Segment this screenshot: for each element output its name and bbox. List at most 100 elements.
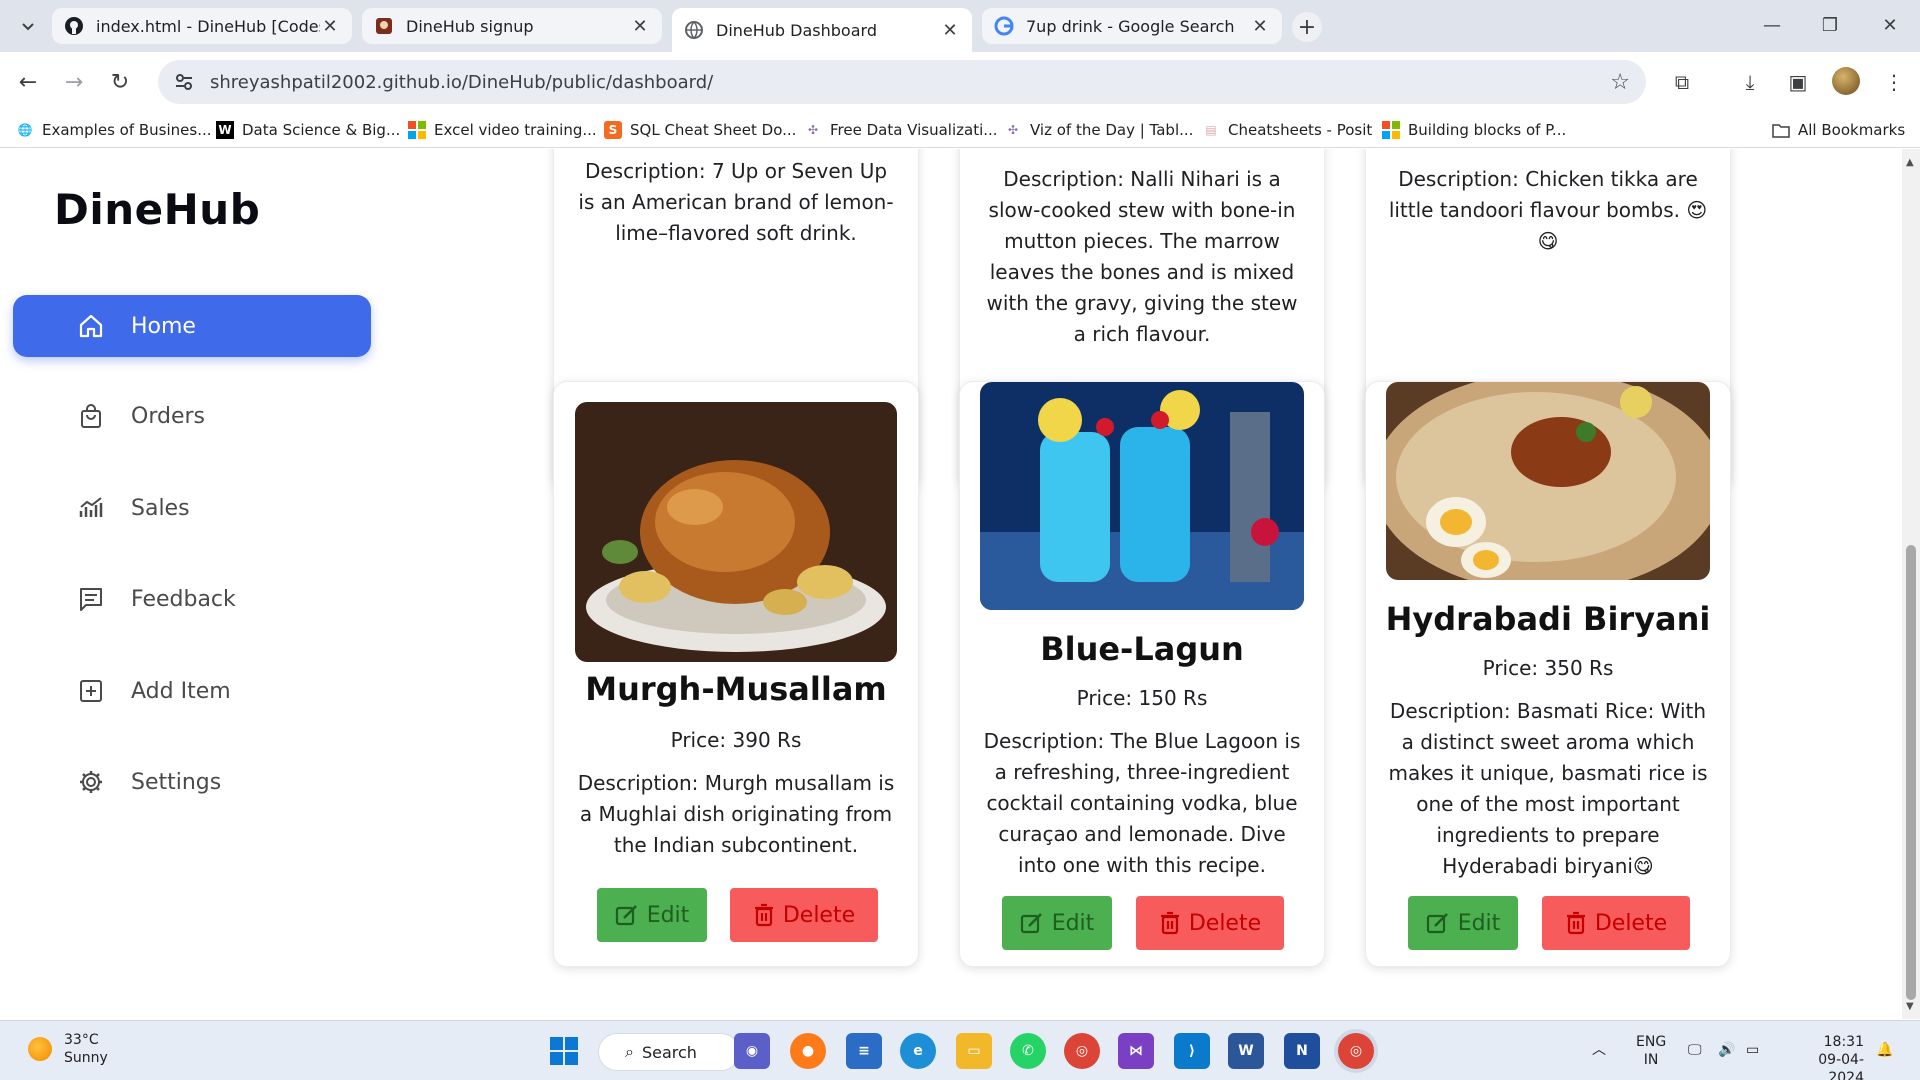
sidebar-item-label: Add Item xyxy=(131,678,231,704)
restore-button[interactable]: ❐ xyxy=(1810,10,1850,40)
scrollbar-thumb[interactable] xyxy=(1906,545,1916,1000)
sidebar-item-add-item[interactable]: Add Item xyxy=(13,660,371,722)
tab-codespace[interactable]: index.html - DineHub [Codespa ✕ xyxy=(52,8,352,44)
side-panel-button[interactable]: ▣ xyxy=(1782,66,1814,98)
app-icon[interactable]: N xyxy=(1284,1033,1320,1069)
all-bookmarks[interactable]: All Bookmarks xyxy=(1772,118,1905,142)
new-tab-button[interactable]: + xyxy=(1292,12,1322,42)
close-icon[interactable]: ✕ xyxy=(1250,16,1270,37)
sidebar-item-label: Feedback xyxy=(131,586,236,612)
bookmark-item[interactable]: ✣ Viz of the Day | Tabl... xyxy=(1004,118,1193,142)
whatsapp-icon[interactable]: ✆ xyxy=(1010,1033,1046,1069)
trash-icon xyxy=(1565,911,1587,935)
tab-title: DineHub Dashboard xyxy=(716,20,877,40)
bookmark-item[interactable]: ▤ Cheatsheets - Posit xyxy=(1202,118,1372,142)
close-icon[interactable]: ✕ xyxy=(630,16,650,37)
card-description: Description: Murgh musallam is a Mughlai… xyxy=(577,771,895,857)
forward-button[interactable]: → xyxy=(58,66,90,98)
tab-title: DineHub signup xyxy=(406,16,534,36)
item-name: Blue-Lagun xyxy=(1040,630,1244,668)
close-icon[interactable]: ✕ xyxy=(320,16,340,37)
downloads-button[interactable]: ⤓ xyxy=(1734,66,1766,98)
sidebar-item-label: Settings xyxy=(131,769,222,795)
folder-icon xyxy=(1772,121,1790,139)
edit-icon xyxy=(1426,911,1450,935)
delete-button[interactable]: Delete xyxy=(730,888,878,942)
profile-avatar[interactable] xyxy=(1832,67,1860,95)
sidebar-item-settings[interactable]: Settings xyxy=(13,751,371,813)
edit-button[interactable]: Edit xyxy=(1408,896,1518,950)
reload-button[interactable]: ↻ xyxy=(104,66,136,98)
site-settings-icon[interactable] xyxy=(172,70,196,94)
bookmarks-bar: 🌐 Examples of Busines... W Data Science & … xyxy=(0,112,1920,148)
bookmark-star-icon[interactable]: ☆ xyxy=(1610,70,1630,95)
page-scrollbar[interactable]: ▲ ▼ xyxy=(1902,149,1920,1019)
scroll-down-icon[interactable]: ▼ xyxy=(1906,1001,1914,1012)
address-bar[interactable]: shreyashpatil2002.github.io/DineHub/publ… xyxy=(158,60,1646,104)
battery-icon[interactable]: ▭ xyxy=(1746,1041,1759,1059)
bookmark-item[interactable]: ✣ Free Data Visualizati... xyxy=(804,118,998,142)
tab-search-button[interactable] xyxy=(14,12,42,40)
home-icon xyxy=(77,312,105,340)
file-explorer-icon[interactable]: ▭ xyxy=(956,1033,992,1069)
posit-icon: ▤ xyxy=(1205,123,1217,137)
card-description: Description: The Blue Lagoon is a refres… xyxy=(983,729,1301,877)
bookmark-item[interactable]: Excel video training... xyxy=(408,118,597,142)
delete-button[interactable]: Delete xyxy=(1542,896,1690,950)
google-icon xyxy=(994,16,1014,36)
notepad-icon[interactable]: ≡ xyxy=(846,1033,882,1069)
chrome-active-icon[interactable]: ◎ xyxy=(1338,1033,1374,1069)
edit-icon xyxy=(1020,911,1044,935)
minimize-button[interactable]: — xyxy=(1752,10,1792,40)
tab-dashboard[interactable]: DineHub Dashboard ✕ xyxy=(672,8,972,52)
sidebar-item-label: Home xyxy=(131,313,196,339)
menu-button[interactable]: ⋮ xyxy=(1878,66,1910,98)
w-logo-icon: W xyxy=(216,121,234,139)
vscode-icon[interactable]: ⟩ xyxy=(1174,1033,1210,1069)
plus-square-icon xyxy=(77,677,105,705)
card-description: Description: Chicken tikka are little ta… xyxy=(1388,167,1708,253)
bookmark-item[interactable]: W Data Science & Big... xyxy=(216,118,400,142)
clock[interactable]: 18:31 09-04-2024 xyxy=(1784,1033,1864,1080)
sidebar-item-home[interactable]: Home xyxy=(13,295,371,357)
edit-button[interactable]: Edit xyxy=(1002,896,1112,950)
close-window-button[interactable]: ✕ xyxy=(1870,10,1910,40)
bookmark-item[interactable]: Building blocks of P... xyxy=(1382,118,1566,142)
tableau-icon: ✣ xyxy=(1007,123,1019,137)
chevron-down-icon xyxy=(22,23,34,31)
roast-chicken-image xyxy=(575,402,897,662)
sidebar-item-orders[interactable]: Orders xyxy=(13,385,371,447)
tab-signup[interactable]: DineHub signup ✕ xyxy=(362,8,662,44)
chevron-up-icon[interactable]: ︿ xyxy=(1592,1041,1606,1059)
close-icon[interactable]: ✕ xyxy=(940,20,960,41)
edge-icon[interactable]: e xyxy=(900,1033,936,1069)
language-indicator[interactable]: ENG IN xyxy=(1636,1033,1666,1069)
teams-icon[interactable]: ◉ xyxy=(734,1033,770,1069)
bookmark-item[interactable]: S SQL Cheat Sheet Do... xyxy=(604,118,796,142)
visual-studio-icon[interactable]: ⋈ xyxy=(1118,1033,1154,1069)
back-button[interactable]: ← xyxy=(12,66,44,98)
notification-bell-icon[interactable]: 🔔 xyxy=(1876,1041,1893,1059)
taskbar: 33°C Sunny ⌕ Search ◉ ● ≡ e ▭ ✆ ◎ ⋈ ⟩ W … xyxy=(0,1020,1920,1080)
network-icon[interactable]: 🖵 xyxy=(1688,1041,1702,1059)
bookmark-item[interactable]: 🌐 Examples of Busines... xyxy=(16,118,212,142)
globe-icon: 🌐 xyxy=(17,123,33,137)
tab-google-search[interactable]: 7up drink - Google Search ✕ xyxy=(982,8,1282,44)
biryani-image xyxy=(1386,382,1710,580)
firefox-icon[interactable]: ● xyxy=(790,1033,826,1069)
edit-button[interactable]: Edit xyxy=(597,888,707,942)
word-icon[interactable]: W xyxy=(1228,1033,1264,1069)
tab-title: index.html - DineHub [Codespa xyxy=(96,16,320,36)
close-icon: ✕ xyxy=(1882,14,1898,36)
start-button[interactable] xyxy=(546,1033,582,1069)
sidebar-item-sales[interactable]: Sales xyxy=(13,477,371,539)
extensions-button[interactable]: ⧉ xyxy=(1666,66,1698,98)
chrome-icon[interactable]: ◎ xyxy=(1064,1033,1100,1069)
volume-icon[interactable]: 🔊 xyxy=(1718,1041,1735,1059)
github-icon xyxy=(64,16,84,36)
scroll-up-icon[interactable]: ▲ xyxy=(1906,157,1914,168)
weather-widget[interactable]: 33°C Sunny xyxy=(28,1031,108,1067)
taskbar-search[interactable]: ⌕ Search xyxy=(598,1033,740,1071)
sidebar-item-feedback[interactable]: Feedback xyxy=(13,568,371,630)
delete-button[interactable]: Delete xyxy=(1136,896,1284,950)
